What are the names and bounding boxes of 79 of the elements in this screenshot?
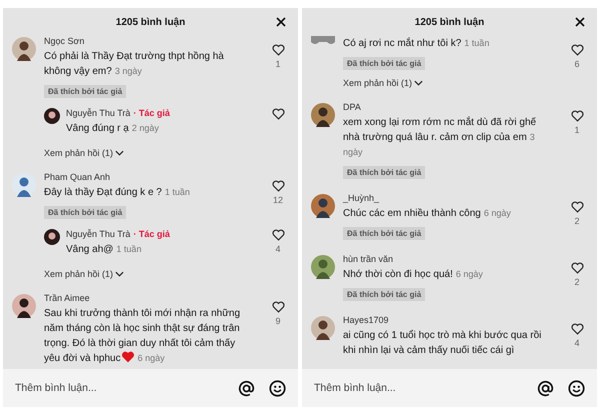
reply-time: 2 ngày	[132, 123, 159, 133]
username[interactable]: Nguyễn Thu Trà	[66, 229, 130, 239]
like-count: 4	[275, 244, 280, 254]
like-count: 12	[272, 195, 283, 205]
view-replies-link[interactable]: Xem phản hồi (1)	[343, 78, 424, 88]
heart-icon[interactable]	[272, 108, 284, 120]
heart-icon[interactable]	[570, 262, 584, 274]
comment-input-field[interactable]: Thêm bình luận...	[13, 381, 224, 395]
username[interactable]: DPA	[343, 102, 361, 112]
like-count: 4	[574, 338, 580, 348]
like-count: 6	[574, 59, 580, 69]
username[interactable]: _Huỳnh_	[343, 193, 380, 203]
avatar[interactable]	[12, 294, 36, 318]
username[interactable]: Hayes1709	[343, 315, 389, 325]
comment-input-bar[interactable]: Thêm bình luận...	[3, 369, 298, 407]
liked-by-author-tag: Đã thích bởi tác giả	[343, 57, 426, 70]
chevron-down-icon	[115, 271, 124, 277]
username[interactable]: Nguyễn Thu Trà	[66, 108, 130, 118]
emoji-icon[interactable]	[568, 380, 585, 396]
avatar[interactable]	[311, 103, 335, 127]
heart-icon[interactable]	[272, 180, 284, 192]
comment-text: Có aj rơi nc mắt như tôi k? 1 tuần	[343, 36, 490, 51]
comment-time: 1 tuần	[464, 38, 490, 48]
like-count: 2	[574, 216, 580, 226]
emoji-icon[interactable]	[269, 380, 286, 396]
heart-icon[interactable]	[272, 301, 284, 313]
comment-text: Sau khi trưởng thành tôi mới nhận ra những năm tháng còn là học sinh thật sự đáng trân trọng. Đó là thời gian duy nhất tôi cảm thấy yêu đời và hphuc 6 ngày	[44, 307, 242, 366]
comment-text: Chúc các em nhiều thành công 6 ngày	[343, 207, 511, 221]
comment-input-bar[interactable]: Thêm bình luận...	[302, 369, 597, 407]
author-tag: · Tác giả	[133, 108, 170, 121]
view-replies-link[interactable]: Xem phản hồi (1)	[44, 148, 124, 158]
comment-time: 3 ngày	[114, 66, 142, 76]
liked-by-author-tag: Đã thích bởi tác giả	[343, 166, 426, 179]
reply-time: 1 tuần	[116, 244, 142, 254]
view-replies-link[interactable]: Xem phản hồi (1)	[44, 269, 124, 279]
chevron-down-icon	[414, 80, 424, 86]
mention-icon[interactable]	[537, 380, 554, 396]
like-count: 9	[275, 316, 280, 326]
comment-time: 6 ngày	[484, 208, 511, 218]
close-icon[interactable]	[575, 17, 585, 27]
mention-icon[interactable]	[238, 380, 255, 396]
reply-text: Vâng ah@ 1 tuần	[66, 243, 142, 257]
liked-by-author-tag: Đã thích bởi tác giả	[44, 206, 126, 219]
liked-by-author-tag: Đã thích bởi tác giả	[44, 85, 126, 98]
liked-by-author-tag: Đã thích bởi tác giả	[343, 288, 426, 301]
avatar[interactable]	[311, 194, 335, 218]
heart-icon[interactable]	[570, 110, 584, 122]
comment-time: 1 tuần	[164, 187, 190, 197]
heart-icon[interactable]	[570, 323, 584, 335]
username[interactable]: hùn trần văn	[343, 254, 394, 264]
heart-icon[interactable]	[272, 44, 284, 56]
heart-icon[interactable]	[570, 201, 584, 213]
author-tag: · Tác giả	[133, 229, 170, 242]
avatar[interactable]	[44, 229, 60, 245]
comment-count-title: 1205 bình luận	[116, 16, 186, 28]
heart-icon[interactable]	[570, 44, 584, 56]
comment-text: Có phải là Thầy Đạt trường thpt hồng hà không vậy em? 3 ngày	[44, 50, 225, 79]
username[interactable]: Pham Quan Anh	[44, 172, 110, 182]
liked-by-author-tag: Đã thích bởi tác giả	[343, 227, 426, 240]
reply-text: Vâng đúng r ạ 2 ngày	[66, 122, 159, 136]
comment-text: Đây là thầy Đạt đúng k e ? 1 tuần	[44, 186, 190, 200]
username[interactable]: Ngọc Sơn	[44, 36, 84, 46]
comment-time: 6 ngày	[138, 353, 165, 363]
heart-icon[interactable]	[272, 229, 284, 241]
avatar[interactable]	[12, 37, 36, 61]
comment-text: Nhớ thời còn đi học quá! 6 ngày	[343, 268, 483, 282]
comment-text: ai cũng có 1 tuổi học trò mà khi bước qua rồi khi nhìn lại và cảm thấy nuối tiếc cái gì	[343, 328, 542, 358]
comment-time: 6 ngày	[456, 269, 483, 279]
username[interactable]: Trần Aimee	[44, 293, 90, 303]
like-count: 1	[275, 59, 280, 69]
chevron-down-icon	[115, 150, 124, 156]
comment-count-title: 1205 bình luận	[414, 16, 484, 28]
comment-input-field[interactable]: Thêm bình luận...	[312, 381, 523, 395]
avatar[interactable]	[311, 316, 335, 340]
close-icon[interactable]	[276, 17, 286, 27]
avatar[interactable]	[44, 108, 60, 124]
like-count: 1	[574, 125, 580, 135]
comment-text: xem xong lại rơm rớm nc mắt dù đã rời ghế nhà trường quá lâu r. cảm ơn clip của em 3 ngày	[343, 115, 538, 159]
like-count: 2	[574, 277, 580, 287]
